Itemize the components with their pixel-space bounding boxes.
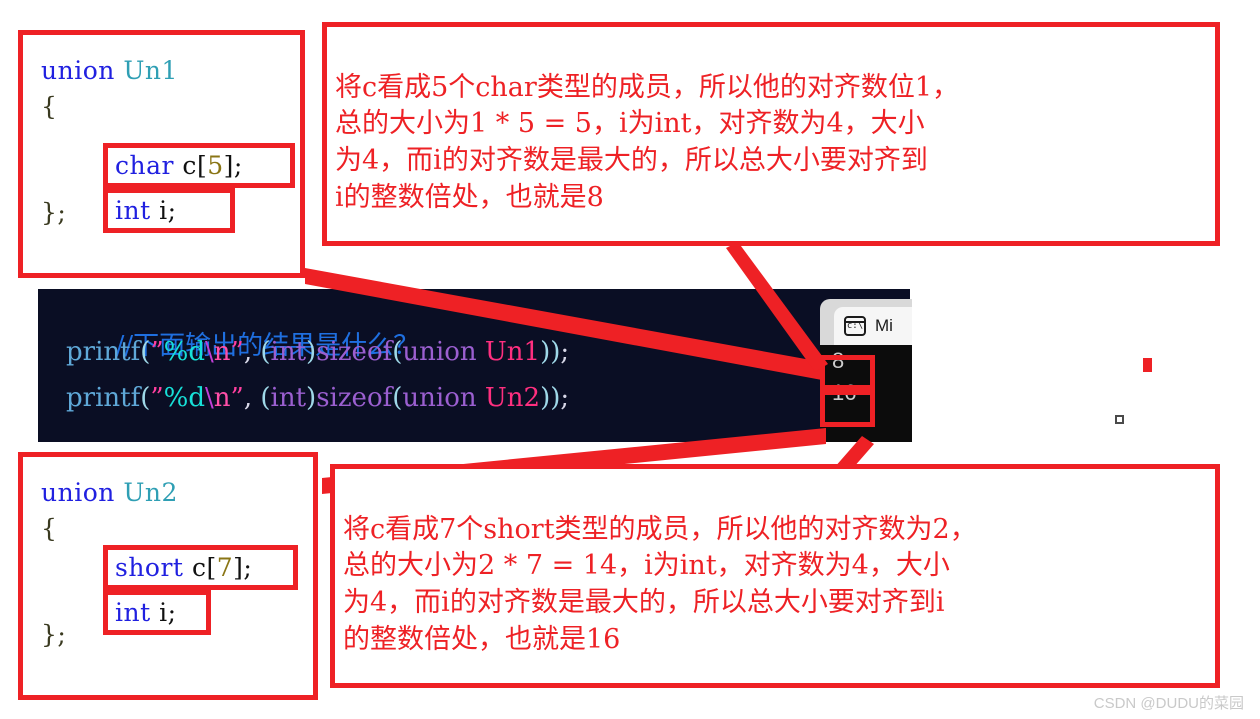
printf2-sizeof: sizeof xyxy=(316,383,393,413)
printf2-sizeof-open: ( xyxy=(392,383,403,413)
printf2-cast-open: ( xyxy=(260,383,271,413)
printf1-escape-n: n xyxy=(213,337,231,367)
union-un1-close-brace: }; xyxy=(41,198,67,227)
printf1-sizeof-open: ( xyxy=(392,337,403,367)
union-un2-member-int-text: int i; xyxy=(115,598,177,627)
union-un1-open-brace: { xyxy=(41,91,58,121)
printf1-union-name: Un1 xyxy=(484,337,541,367)
union-un2-typename: Un2 xyxy=(123,478,178,507)
printf2-escape-n: n xyxy=(213,383,231,413)
annotation-bottom: 将c看成7个short类型的成员，所以他的对齐数为2， 总的大小为2 * 7 =… xyxy=(330,464,1220,688)
printf1-open-paren: ( xyxy=(140,337,151,367)
printf1-semicolon: ; xyxy=(560,337,570,367)
printf1-union-kw: union xyxy=(402,337,477,367)
output-8-highlight xyxy=(820,355,875,390)
printf1-sizeof: sizeof xyxy=(316,337,393,367)
union-un1-member-int-highlight: int i; xyxy=(103,188,235,233)
printf1-close-parens: )) xyxy=(540,337,561,367)
csdn-watermark: CSDN @DUDU的菜园 xyxy=(1093,695,1244,712)
output-16-highlight xyxy=(820,390,875,427)
union-un1-keyword: union xyxy=(41,56,115,85)
union-un2-close-brace: }; xyxy=(41,620,67,649)
printf2-format-spec: %d xyxy=(163,383,206,413)
union-un1-member-array-text: char c[5]; xyxy=(115,151,243,180)
union-un1-member-array-highlight: char c[5]; xyxy=(103,143,295,188)
printf1-cast-close: ) xyxy=(306,337,317,367)
printf1-format-spec: %d xyxy=(163,337,206,367)
editor-printf-line-1: printf(”%d\n”, (int)sizeof(union Un1)); xyxy=(66,337,569,367)
union-un2-member-array-highlight: short c[7]; xyxy=(103,545,298,590)
stray-red-mark xyxy=(1143,358,1152,372)
screenshot-root: union Un1 { }; char c[5]; int i; 将c看成5个c… xyxy=(0,0,1260,719)
printf2-comma: , xyxy=(243,383,261,413)
printf2-cast-close: ) xyxy=(306,383,317,413)
union-un1-member-int-text: int i; xyxy=(115,196,177,225)
printf2-fn: printf xyxy=(66,383,141,413)
printf2-escape-slash: \ xyxy=(205,383,214,413)
editor-printf-line-2: printf(”%d\n”, (int)sizeof(union Un2)); xyxy=(66,383,569,413)
console-icon: c:\ xyxy=(844,316,866,336)
printf2-quote-open: ” xyxy=(150,383,164,413)
printf1-escape-slash: \ xyxy=(205,337,214,367)
union-un2-member-array-text: short c[7]; xyxy=(115,553,253,582)
stray-hollow-mark xyxy=(1115,415,1124,424)
printf2-semicolon: ; xyxy=(560,383,570,413)
union-un2-member-int-highlight: int i; xyxy=(103,590,211,635)
code-editor[interactable]: //下面输出的结果是什么？ printf(”%d\n”, (int)sizeof… xyxy=(38,289,910,442)
printf2-cast-type: int xyxy=(270,383,307,413)
printf1-quote-close: ” xyxy=(230,337,244,367)
union-un1-typename: Un1 xyxy=(123,56,178,85)
terminal-tab[interactable]: c:\ Mi xyxy=(834,307,912,345)
printf1-quote-open: ” xyxy=(150,337,164,367)
printf2-close-parens: )) xyxy=(540,383,561,413)
annotation-top-text: 将c看成5个char类型的成员，所以他的对齐数位1， 总的大小为1 * 5 = … xyxy=(335,71,959,213)
printf2-union-name: Un2 xyxy=(484,383,541,413)
terminal-tab-label: Mi xyxy=(875,316,893,335)
printf1-cast-type: int xyxy=(270,337,307,367)
printf1-comma: , xyxy=(243,337,261,367)
annotation-bottom-text: 将c看成7个short类型的成员，所以他的对齐数为2， 总的大小为2 * 7 =… xyxy=(343,513,977,655)
printf2-union-kw: union xyxy=(402,383,477,413)
printf1-fn: printf xyxy=(66,337,141,367)
printf1-cast-open: ( xyxy=(260,337,271,367)
union-un2-open-brace: { xyxy=(41,513,58,543)
printf2-quote-close: ” xyxy=(230,383,244,413)
annotation-top: 将c看成5个char类型的成员，所以他的对齐数位1， 总的大小为1 * 5 = … xyxy=(322,22,1220,246)
printf2-open-paren: ( xyxy=(140,383,151,413)
union-un2-keyword: union xyxy=(41,478,115,507)
